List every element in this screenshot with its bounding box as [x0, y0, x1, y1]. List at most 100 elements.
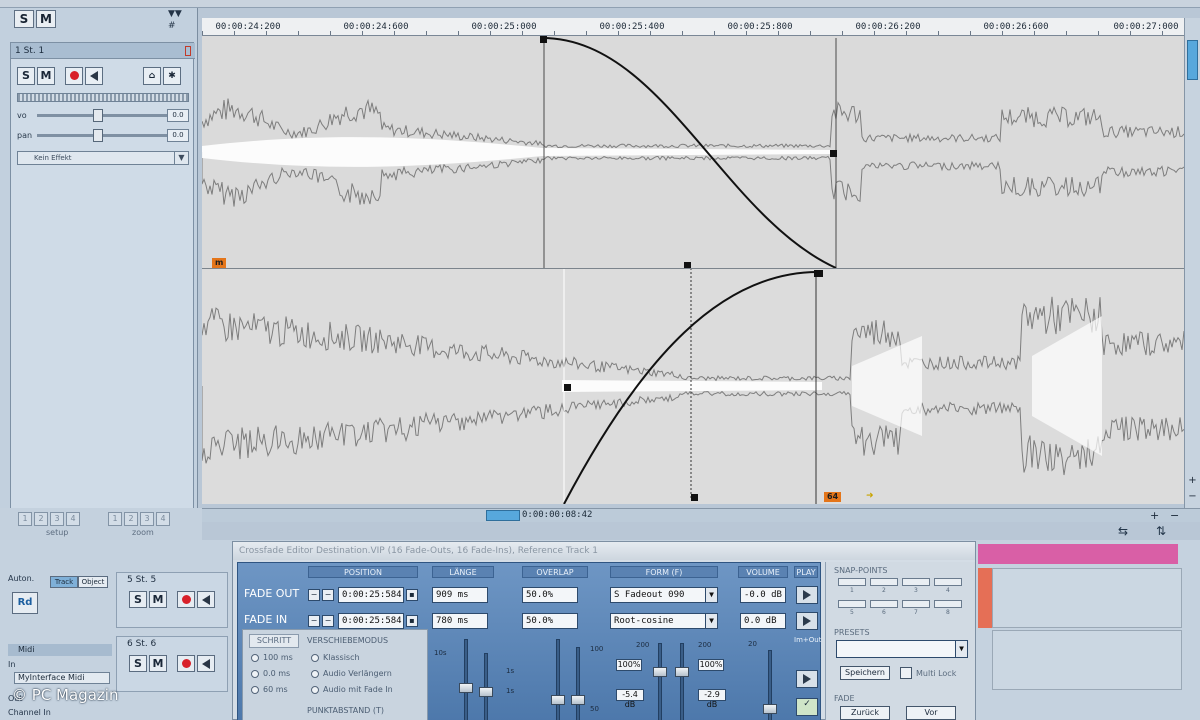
- track-5-record-button[interactable]: [177, 591, 195, 608]
- time-ruler[interactable]: 00:00:24:200 00:00:24:600 00:00:25:000 00:0…: [202, 18, 1184, 36]
- setup-button-1[interactable]: 1: [18, 512, 32, 526]
- track-1-pan-slider[interactable]: pan 0.0: [17, 129, 189, 143]
- chevron-down-icon[interactable]: ▼: [955, 641, 967, 657]
- zoom-button-3[interactable]: 3: [140, 512, 154, 526]
- loop-toggle-button[interactable]: ✓: [796, 698, 818, 716]
- play-crossfade-button[interactable]: [796, 670, 818, 688]
- next-fade-button[interactable]: Vor: [906, 706, 956, 720]
- schritt-radio-1[interactable]: [251, 654, 259, 662]
- schritt-radio-3[interactable]: [251, 686, 259, 694]
- form-in-fader-track[interactable]: [680, 643, 684, 720]
- fade-out-volume-field[interactable]: -0.0 dB: [740, 587, 786, 603]
- presets-select[interactable]: ▼: [836, 640, 968, 658]
- snap-point-6[interactable]: [870, 600, 898, 608]
- schritt-radio-2[interactable]: [251, 670, 259, 678]
- view-options-icon[interactable]: ▼▼ #: [168, 8, 198, 38]
- fade-out-minus2-button[interactable]: −: [322, 589, 334, 601]
- fade-in-length-fader[interactable]: [479, 687, 493, 697]
- previous-fade-button[interactable]: Zurück: [840, 706, 890, 720]
- horizontal-arrows-icon[interactable]: ⇆: [1118, 524, 1128, 538]
- volume-fader[interactable]: [763, 704, 777, 714]
- fade-in-form-select[interactable]: Root-cosine ▼: [610, 613, 718, 629]
- save-preset-button[interactable]: Speichern: [840, 666, 890, 680]
- chevron-down-icon[interactable]: ▼: [705, 614, 717, 628]
- form-curve-out-db[interactable]: -5.4 dB: [616, 689, 644, 709]
- zoom-button-1[interactable]: 1: [108, 512, 122, 526]
- form-curve-out-percent[interactable]: 100%: [616, 659, 642, 671]
- setup-button-4[interactable]: 4: [66, 512, 80, 526]
- track-1-effect-select[interactable]: Kein Effekt ▼: [17, 151, 189, 165]
- snap-point-5[interactable]: [838, 600, 866, 608]
- snap-point-8[interactable]: [934, 600, 962, 608]
- form-curve-in-percent[interactable]: 100%: [698, 659, 724, 671]
- volume-knob[interactable]: [93, 109, 103, 122]
- fade-out-overlap-fader-track[interactable]: [556, 639, 560, 720]
- play-fade-in-button[interactable]: [796, 612, 818, 630]
- form-curve-in-db[interactable]: -2.9 dB: [698, 689, 726, 709]
- fade-out-overlap-fader[interactable]: [551, 695, 565, 705]
- fade-in-overlap-fader[interactable]: [571, 695, 585, 705]
- mode-radio-3[interactable]: [311, 686, 319, 694]
- chevron-down-icon[interactable]: ▼: [174, 152, 188, 164]
- track-6-mute-button[interactable]: M: [149, 655, 167, 672]
- pan-knob[interactable]: [93, 129, 103, 142]
- horizontal-scrollbar[interactable]: 0:00:00:08:42 + −: [202, 508, 1200, 522]
- track-1-mute-button[interactable]: M: [37, 67, 55, 85]
- dialog-title[interactable]: Crossfade Editor Destination.VIP (16 Fad…: [233, 542, 975, 560]
- snap-point-7[interactable]: [902, 600, 930, 608]
- multi-lock-checkbox[interactable]: [900, 667, 912, 679]
- fade-out-length-fader-track[interactable]: [464, 639, 468, 720]
- track-lane-6[interactable]: [992, 630, 1182, 690]
- track-6-record-button[interactable]: [177, 655, 195, 672]
- vertical-scrollbar[interactable]: + −: [1184, 18, 1200, 508]
- waveform-canvas[interactable]: ➜: [202, 36, 1184, 504]
- vertical-scroll-thumb[interactable]: [1187, 40, 1198, 80]
- chevron-down-icon[interactable]: ▼: [705, 588, 717, 602]
- fade-in-minus-button[interactable]: −: [308, 615, 320, 627]
- midi-interface-select[interactable]: MyInterface Midi: [14, 672, 110, 684]
- fade-out-position-field[interactable]: 0:00:25:584: [338, 587, 404, 603]
- automation-track-toggle[interactable]: Track: [50, 576, 78, 588]
- track-6-monitor-button[interactable]: [197, 655, 215, 672]
- snap-point-4[interactable]: [934, 578, 962, 586]
- track-5-solo-button[interactable]: S: [129, 591, 147, 608]
- fade-in-position-button[interactable]: ▪: [406, 615, 418, 627]
- track-1-lock-button[interactable]: ⌂: [143, 67, 161, 85]
- track-1-settings-button[interactable]: ✱: [163, 67, 181, 85]
- play-fade-out-button[interactable]: [796, 586, 818, 604]
- track-1-solo-button[interactable]: S: [17, 67, 35, 85]
- track-1-header[interactable]: 1 St. 1: [11, 43, 195, 59]
- pan-value[interactable]: 0.0: [167, 129, 189, 142]
- read-automation-button[interactable]: Rd: [12, 592, 38, 614]
- h-zoom-in-icon[interactable]: +: [1150, 509, 1159, 522]
- lower-marker-tag[interactable]: 64: [824, 492, 842, 502]
- track-1-monitor-button[interactable]: [85, 67, 103, 85]
- track-lane-5[interactable]: [992, 568, 1182, 628]
- form-in-fader[interactable]: [675, 667, 689, 677]
- setup-button-2[interactable]: 2: [34, 512, 48, 526]
- track-1-volume-slider[interactable]: vo 0.0: [17, 109, 189, 123]
- audio-object-orange[interactable]: [978, 568, 992, 628]
- zoom-button-2[interactable]: 2: [124, 512, 138, 526]
- mode-radio-2[interactable]: [311, 670, 319, 678]
- fade-in-overlap-field[interactable]: 50.0%: [522, 613, 578, 629]
- form-out-fader[interactable]: [653, 667, 667, 677]
- fade-in-length-field[interactable]: 780 ms: [432, 613, 488, 629]
- zoom-in-icon[interactable]: +: [1187, 476, 1198, 487]
- global-mute-button[interactable]: M: [36, 10, 56, 28]
- snap-point-3[interactable]: [902, 578, 930, 586]
- track-6-solo-button[interactable]: S: [129, 655, 147, 672]
- fade-in-overlap-fader-track[interactable]: [576, 647, 580, 720]
- form-out-fader-track[interactable]: [658, 643, 662, 720]
- mode-radio-1[interactable]: [311, 654, 319, 662]
- crossfade-waveform-editor[interactable]: ➜ m 64: [202, 36, 1184, 504]
- automation-object-toggle[interactable]: Object: [78, 576, 108, 588]
- audio-object-pink[interactable]: [978, 544, 1178, 564]
- snap-point-1[interactable]: [838, 578, 866, 586]
- horizontal-scroll-thumb[interactable]: [486, 510, 520, 521]
- fade-out-form-select[interactable]: S Fadeout 090 ▼: [610, 587, 718, 603]
- h-zoom-out-icon[interactable]: −: [1170, 509, 1179, 522]
- setup-button-3[interactable]: 3: [50, 512, 64, 526]
- fade-out-length-fader[interactable]: [459, 683, 473, 693]
- zoom-out-icon[interactable]: −: [1187, 492, 1198, 503]
